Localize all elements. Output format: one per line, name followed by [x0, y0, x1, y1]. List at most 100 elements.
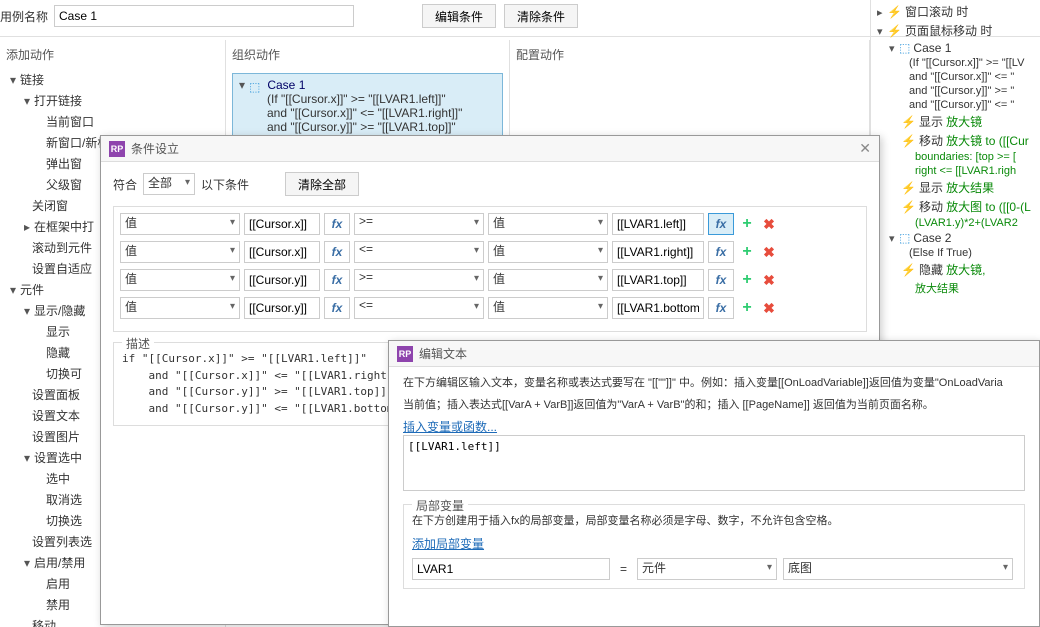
lhs-value-input[interactable]: [244, 213, 320, 235]
rp-cond-line: (If "[[Cursor.x]]" >= "[[LV: [871, 56, 1040, 70]
rp-action[interactable]: ⚡ 隐藏 放大镜,: [871, 260, 1040, 279]
locvar-legend: 局部变量: [412, 497, 468, 514]
rp-action[interactable]: ⚡ 移动 放大镜 to ([[Cur: [871, 131, 1040, 150]
rp-logo-icon: RP: [109, 141, 125, 157]
bolt-icon: ⚡: [887, 24, 902, 38]
insert-var-link[interactable]: 插入变量或函数...: [403, 420, 497, 434]
fx-button[interactable]: fx: [708, 213, 734, 235]
tree-open-link[interactable]: 打开链接: [0, 90, 225, 111]
flow-icon: ⬚: [899, 41, 910, 55]
config-action-header: 配置动作: [510, 44, 869, 69]
lhs-value-input[interactable]: [244, 297, 320, 319]
equals-label: =: [616, 562, 631, 576]
delete-row-icon[interactable]: ✖: [760, 216, 778, 233]
rhs-value-input[interactable]: [612, 269, 704, 291]
case-line: and "[[Cursor.x]]" <= "[[LVAR1.right]]": [239, 106, 496, 120]
rhs-type-select[interactable]: 值: [488, 297, 608, 319]
lhs-value-input[interactable]: [244, 241, 320, 263]
add-locvar-link[interactable]: 添加局部变量: [412, 537, 484, 551]
fx-button[interactable]: fx: [708, 241, 734, 263]
delete-row-icon[interactable]: ✖: [760, 244, 778, 261]
case-chevron-icon: [239, 78, 249, 92]
bolt-icon: ⚡: [887, 5, 902, 19]
edit-text-dialog: RP 编辑文本 在下方编辑区输入文本，变量名称或表达式要写在 "[[""]]" …: [388, 340, 1040, 627]
condition-row: 值fx>=值fx+✖: [120, 269, 860, 291]
bolt-icon: ⚡: [901, 200, 916, 214]
match-label: 符合: [113, 176, 137, 193]
delete-row-icon[interactable]: ✖: [760, 300, 778, 317]
condition-row: 值fx>=值fx+✖: [120, 213, 860, 235]
lhs-type-select[interactable]: 值: [120, 213, 240, 235]
fx-button[interactable]: fx: [324, 241, 350, 263]
edit-hint: 当前值；插入表达式[[VarA + VarB]]返回值为"VarA + VarB…: [403, 397, 1025, 415]
rp-case1[interactable]: ⬚ Case 1: [871, 40, 1040, 56]
edit-condition-button[interactable]: 编辑条件: [422, 4, 496, 28]
bolt-icon: ⚡: [901, 115, 916, 129]
rhs-type-select[interactable]: 值: [488, 269, 608, 291]
dialog-title: 条件设立: [131, 140, 859, 157]
add-row-icon[interactable]: +: [738, 243, 756, 261]
close-icon[interactable]: ✕: [859, 140, 871, 157]
add-row-icon[interactable]: +: [738, 271, 756, 289]
rhs-type-select[interactable]: 值: [488, 213, 608, 235]
add-row-icon[interactable]: +: [738, 299, 756, 317]
match-mode-select[interactable]: 全部: [143, 173, 195, 195]
lhs-value-input[interactable]: [244, 269, 320, 291]
clear-all-button[interactable]: 清除全部: [285, 172, 359, 196]
organize-action-header: 组织动作: [226, 44, 509, 69]
operator-select[interactable]: <=: [354, 297, 484, 319]
operator-select[interactable]: >=: [354, 213, 484, 235]
desc-legend: 描述: [122, 335, 154, 352]
bolt-icon: ⚡: [901, 134, 916, 148]
delete-row-icon[interactable]: ✖: [760, 272, 778, 289]
locvar-name-input[interactable]: [412, 558, 610, 580]
add-action-header: 添加动作: [0, 44, 225, 69]
lhs-type-select[interactable]: 值: [120, 241, 240, 263]
rp-cond-line: and "[[Cursor.y]]" >= ": [871, 84, 1040, 98]
lhs-type-select[interactable]: 值: [120, 269, 240, 291]
case-line: (If "[[Cursor.x]]" >= "[[LVAR1.left]]": [239, 92, 496, 106]
tree-links[interactable]: 链接: [0, 69, 225, 90]
rp-action[interactable]: ⚡ 显示 放大镜: [871, 112, 1040, 131]
rp-action[interactable]: ⚡ 移动 放大图 to ([[0-(L: [871, 197, 1040, 216]
condition-row: 值fx<=值fx+✖: [120, 297, 860, 319]
lhs-type-select[interactable]: 值: [120, 297, 240, 319]
flow-icon: ⬚: [249, 80, 261, 92]
add-row-icon[interactable]: +: [738, 215, 756, 233]
rp-action-detail: (LVAR1.y)*2+(LVAR2: [871, 216, 1040, 230]
case-name-input[interactable]: [54, 5, 354, 27]
rp-case2[interactable]: ⬚ Case 2: [871, 230, 1040, 246]
condition-rows: 值fx>=值fx+✖值fx<=值fx+✖值fx>=值fx+✖值fx<=值fx+✖: [113, 206, 867, 332]
rhs-type-select[interactable]: 值: [488, 241, 608, 263]
dialog-title: 编辑文本: [419, 345, 1031, 362]
expression-textarea[interactable]: [403, 435, 1025, 491]
match-suffix: 以下条件: [201, 176, 249, 193]
case-line: and "[[Cursor.y]]" >= "[[LVAR1.top]]": [239, 120, 496, 134]
rhs-value-input[interactable]: [612, 213, 704, 235]
operator-select[interactable]: >=: [354, 269, 484, 291]
edit-hint: 在下方编辑区输入文本，变量名称或表达式要写在 "[[""]]" 中。例如：插入变…: [403, 375, 1025, 393]
fx-button[interactable]: fx: [324, 297, 350, 319]
rp-window-scroll[interactable]: ⚡ 窗口滚动 时: [871, 2, 1040, 21]
fx-button[interactable]: fx: [708, 269, 734, 291]
rp-cond-line: and "[[Cursor.y]]" <= ": [871, 98, 1040, 112]
fx-button[interactable]: fx: [324, 269, 350, 291]
rp-logo-icon: RP: [397, 346, 413, 362]
fx-button[interactable]: fx: [324, 213, 350, 235]
rhs-value-input[interactable]: [612, 241, 704, 263]
fx-button[interactable]: fx: [708, 297, 734, 319]
locvar-target-select[interactable]: 底图: [783, 558, 1013, 580]
case-name-label: 用例名称: [0, 8, 48, 25]
locvar-type-select[interactable]: 元件: [637, 558, 777, 580]
flow-icon: ⬚: [899, 231, 910, 245]
clear-condition-button[interactable]: 清除条件: [504, 4, 578, 28]
rp-page-mousemove[interactable]: ⚡ 页面鼠标移动 时: [871, 21, 1040, 40]
locvar-hint: 在下方创建用于插入fx的局部变量，局部变量名称必须是字母、数字，不允许包含空格。: [412, 513, 1016, 531]
rp-action-detail: 放大结果: [871, 279, 1040, 297]
rp-action[interactable]: ⚡ 显示 放大结果: [871, 178, 1040, 197]
tree-current-window[interactable]: 当前窗口: [0, 111, 225, 132]
rp-action-detail: boundaries: [top >= [: [871, 150, 1040, 164]
rhs-value-input[interactable]: [612, 297, 704, 319]
operator-select[interactable]: <=: [354, 241, 484, 263]
bolt-icon: ⚡: [901, 263, 916, 277]
